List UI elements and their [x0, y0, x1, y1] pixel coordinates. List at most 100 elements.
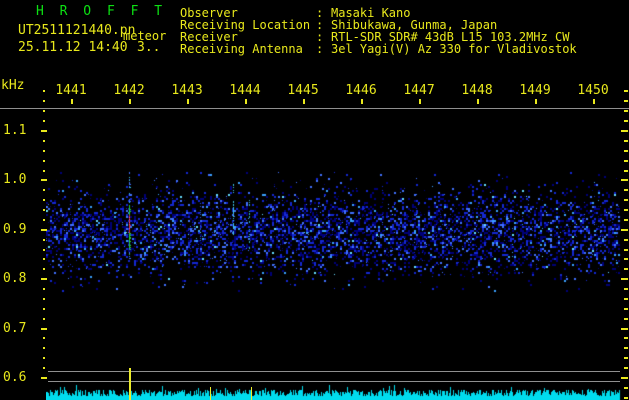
y-axis-tick-minor — [624, 268, 628, 271]
y-axis-tick-minor — [43, 120, 45, 123]
x-axis-tick — [71, 99, 73, 104]
info-value: 3el Yagi(V) Az 330 for Vladivostok — [331, 42, 577, 56]
counter-label: 3.. — [137, 40, 161, 55]
y-axis-tick-minor — [43, 297, 45, 300]
y-axis-tick-minor — [624, 209, 628, 212]
y-axis-tick-minor — [624, 238, 628, 241]
y-axis-tick-minor — [624, 139, 628, 142]
x-axis-tick — [593, 99, 595, 104]
x-axis-tick — [129, 99, 131, 104]
y-axis-tick-minor — [624, 169, 628, 172]
x-axis-label: 1445 — [287, 83, 319, 98]
x-axis-label: 1447 — [403, 83, 435, 98]
x-axis-tick — [477, 99, 479, 104]
y-axis-tick-minor — [624, 120, 628, 123]
y-axis-tick-minor — [43, 110, 45, 113]
y-axis-tick-minor — [43, 238, 45, 241]
y-axis-tick-minor — [624, 159, 628, 162]
y-axis-tick-minor — [43, 209, 45, 212]
x-axis-label: 1449 — [519, 83, 551, 98]
y-axis-tick-major — [41, 377, 47, 379]
y-axis-tick-minor — [43, 367, 45, 370]
y-axis-tick-minor — [624, 347, 628, 350]
x-axis-label: 1441 — [55, 83, 87, 98]
x-axis-tick — [361, 99, 363, 104]
info-colon: : — [316, 42, 324, 56]
y-axis-tick-minor — [43, 248, 45, 251]
y-axis-tick-major — [41, 228, 47, 231]
y-axis-label: 1.1 — [3, 123, 27, 138]
y-axis-tick-minor — [624, 297, 628, 300]
y-axis-tick-minor — [624, 110, 628, 113]
y-axis-tick-minor — [624, 307, 628, 310]
y-axis-tick-minor — [43, 149, 45, 152]
y-axis-tick-minor — [624, 367, 628, 370]
x-axis-tick — [419, 99, 421, 104]
y-axis-tick-minor — [43, 347, 45, 350]
y-axis-tick-minor — [624, 189, 628, 192]
y-axis-tick-major — [41, 278, 47, 281]
y-axis-tick-minor — [43, 169, 45, 172]
y-axis-tick-minor — [43, 159, 45, 162]
y-axis-tick-minor — [43, 307, 45, 310]
hrofft-window: H R O F F T UT2511121440.pn meteor 25.11… — [0, 0, 629, 400]
y-axis-tick-minor — [624, 248, 628, 251]
y-axis-tick-minor — [624, 218, 628, 221]
y-axis-label: 1.0 — [3, 172, 27, 188]
y-axis-tick-minor — [43, 258, 45, 261]
spectrogram-canvas — [46, 110, 629, 400]
y-axis-label: 0.8 — [3, 271, 27, 287]
y-axis-tick-minor — [624, 288, 628, 291]
x-axis-label: 1443 — [171, 83, 203, 98]
x-axis-label: 1446 — [345, 83, 377, 98]
x-axis-label: 1448 — [461, 83, 493, 98]
info-label: Receiving Antenna — [180, 42, 303, 56]
y-axis-tick-minor — [43, 317, 45, 320]
meteor-event-spike — [129, 368, 131, 400]
y-axis-tick-minor — [624, 149, 628, 152]
y-axis-label: 0.6 — [3, 370, 27, 385]
y-axis-label: 0.9 — [3, 221, 27, 237]
y-axis-tick-minor — [43, 199, 45, 202]
y-axis-tick-major — [621, 130, 628, 132]
plot-top-border — [0, 108, 629, 109]
x-axis-label: 1450 — [577, 83, 609, 98]
y-axis-tick-major — [41, 130, 47, 132]
y-axis-tick-minor — [624, 386, 628, 389]
y-axis-tick-minor — [43, 139, 45, 142]
y-axis-tick-major — [41, 179, 47, 182]
x-axis-tick — [245, 99, 247, 104]
y-axis-unit: kHz — [1, 78, 25, 93]
y-axis-tick-minor — [43, 90, 45, 93]
y-axis-tick-major — [621, 278, 628, 281]
x-axis-label: 1444 — [229, 83, 261, 98]
y-axis-tick-major — [621, 377, 628, 379]
y-axis-tick-minor — [624, 100, 628, 103]
y-axis-tick-minor — [43, 218, 45, 221]
app-title: H R O F F T — [36, 4, 167, 19]
y-axis-tick-minor — [43, 288, 45, 291]
y-axis-tick-minor — [43, 189, 45, 192]
y-axis-tick-minor — [624, 396, 628, 399]
x-axis-label: 1442 — [113, 83, 145, 98]
y-axis-tick-minor — [624, 199, 628, 202]
y-axis-tick-minor — [43, 100, 45, 103]
y-axis-tick-minor — [43, 268, 45, 271]
y-axis-tick-minor — [43, 357, 45, 360]
y-axis-tick-major — [621, 327, 628, 330]
y-axis-label: 0.7 — [3, 320, 27, 336]
meteor-event-spike — [210, 387, 211, 400]
x-axis-tick — [303, 99, 305, 104]
y-axis-tick-major — [621, 179, 628, 182]
datetime-label: 25.11.12 14:40 — [18, 40, 128, 55]
meteor-event-spike — [251, 387, 252, 400]
y-axis-tick-minor — [624, 357, 628, 360]
y-axis-tick-minor — [624, 337, 628, 340]
output-filename: UT2511121440.pn — [18, 23, 136, 38]
y-axis-tick-minor — [43, 337, 45, 340]
y-axis-tick-major — [41, 327, 47, 330]
y-axis-tick-minor — [624, 317, 628, 320]
x-axis-tick — [187, 99, 189, 104]
y-axis-tick-minor — [624, 90, 628, 93]
x-axis-tick — [535, 99, 537, 104]
